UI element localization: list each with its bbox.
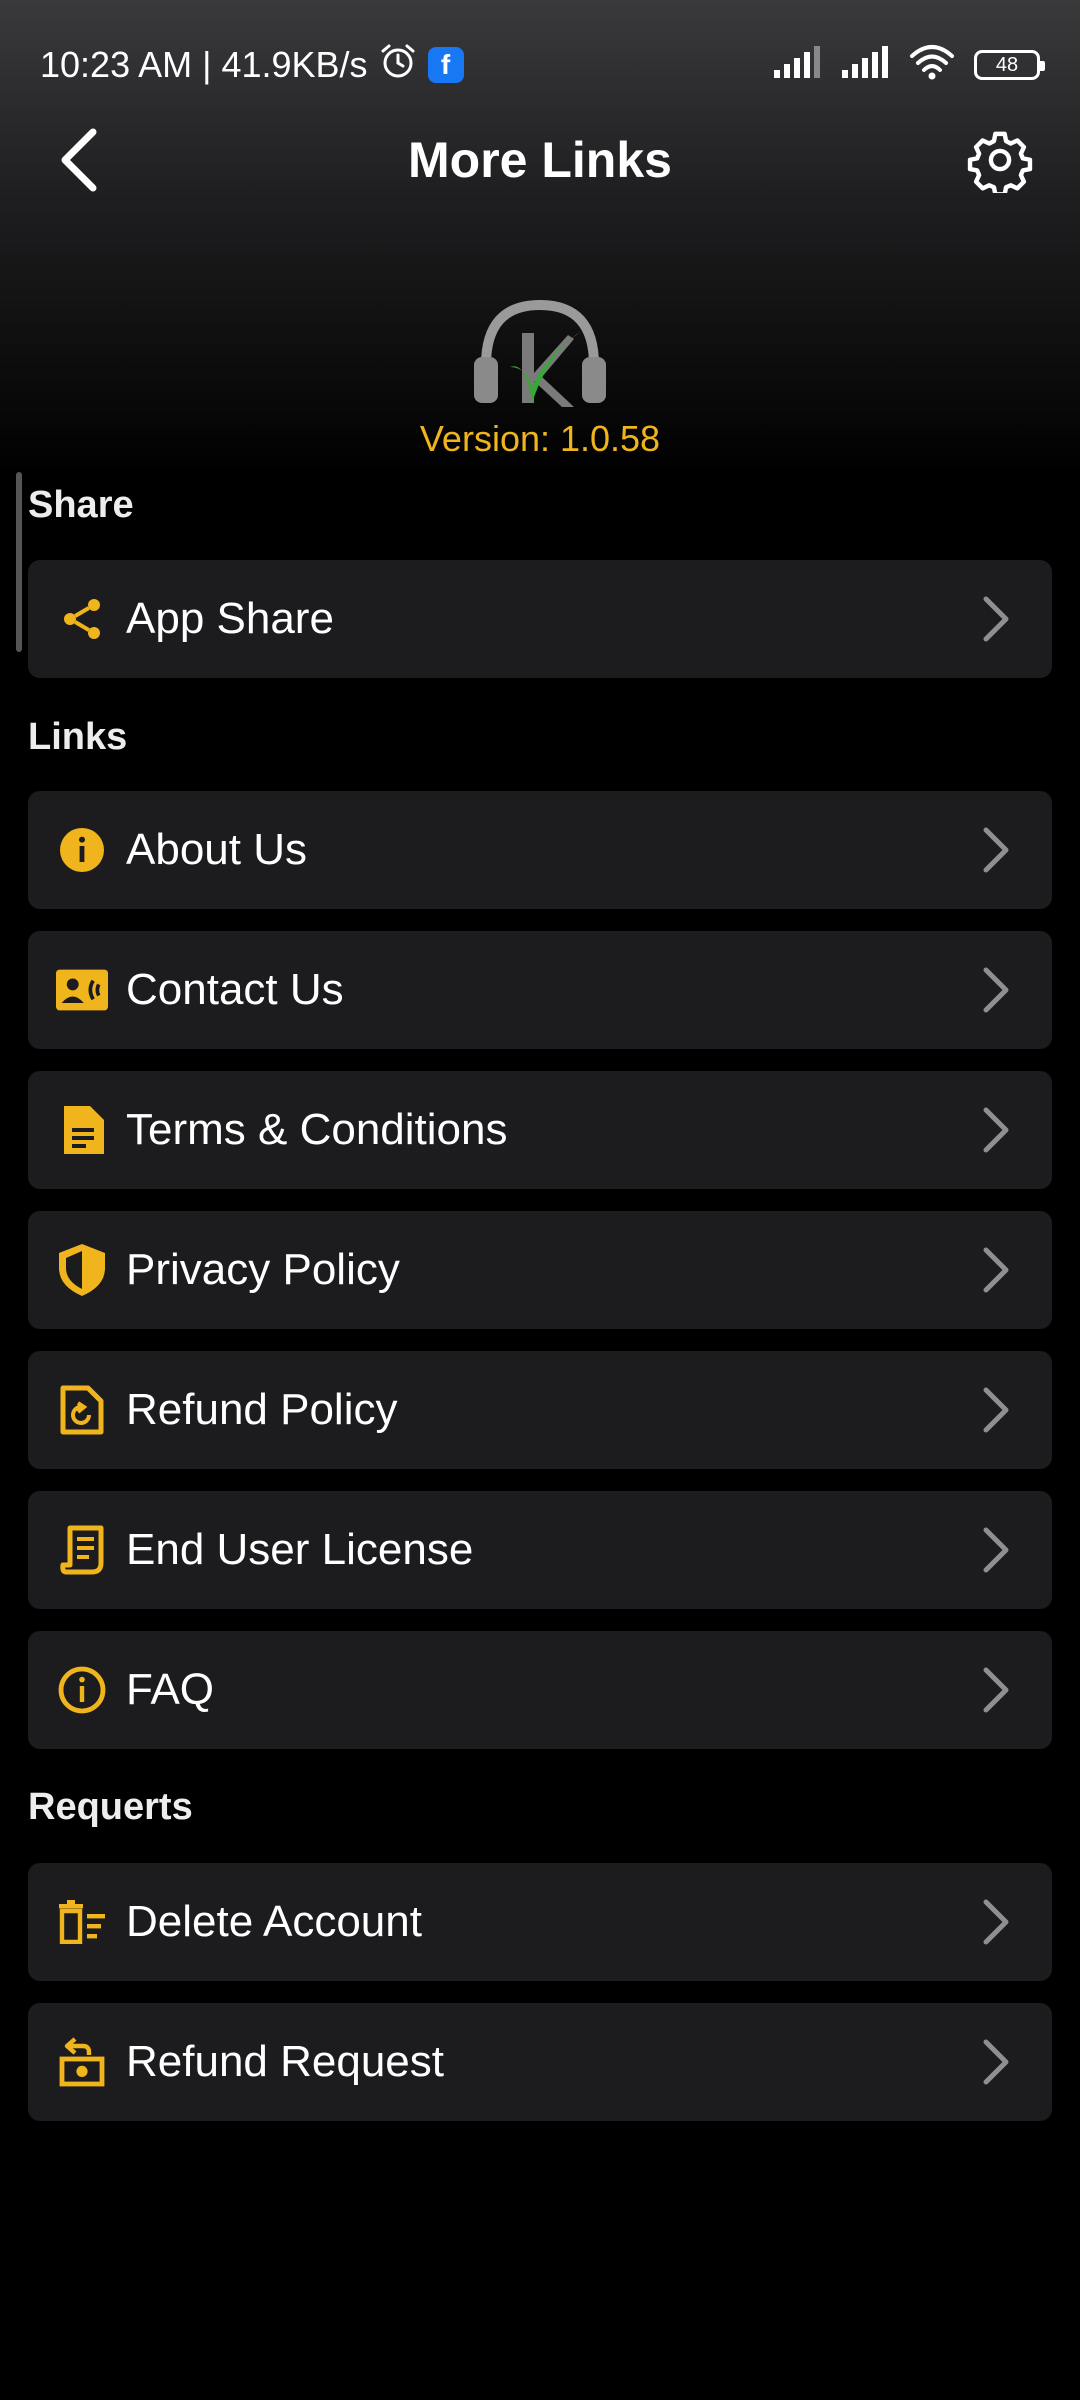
alarm-icon (378, 41, 418, 90)
chevron-right-icon (976, 593, 1016, 645)
battery-icon: 48 (974, 50, 1045, 80)
row-faq[interactable]: FAQ (28, 1631, 1052, 1749)
chevron-right-icon (976, 1244, 1016, 1296)
status-separator: | (202, 44, 212, 85)
signal-icon-2 (840, 44, 890, 87)
scroll-indicator (16, 472, 22, 652)
row-contact-us[interactable]: Contact Us (28, 931, 1052, 1049)
row-privacy-policy[interactable]: Privacy Policy (28, 1211, 1052, 1329)
refund-request-icon (56, 2036, 108, 2088)
contact-card-icon (56, 964, 108, 1016)
section-label-share: Share (28, 484, 134, 526)
status-right: 48 (772, 42, 1045, 89)
section-label-links: Links (28, 716, 128, 758)
row-label: Delete Account (126, 1897, 422, 1946)
chevron-right-icon (976, 964, 1016, 1016)
row-app-share[interactable]: App Share (28, 560, 1052, 678)
wifi-icon (908, 42, 956, 89)
row-label: Refund Policy (126, 1385, 398, 1434)
chevron-right-icon (976, 1384, 1016, 1436)
chevron-right-icon (976, 824, 1016, 876)
row-label: FAQ (126, 1665, 215, 1714)
back-button[interactable] (40, 120, 120, 200)
chevron-right-icon (976, 1524, 1016, 1576)
row-terms-conditions[interactable]: Terms & Conditions (28, 1071, 1052, 1189)
settings-button[interactable] (960, 120, 1040, 200)
chevron-right-icon (976, 1104, 1016, 1156)
document-icon (56, 1104, 108, 1156)
facebook-notification-icon: f (427, 47, 464, 83)
back-arrow-icon (61, 128, 97, 192)
signal-icon (772, 44, 822, 87)
section-label-requests: Requerts (28, 1786, 193, 1828)
row-label: Refund Request (126, 2037, 444, 2086)
chevron-right-icon (976, 1896, 1016, 1948)
info-filled-icon (56, 824, 108, 876)
license-icon (56, 1524, 108, 1576)
delete-account-icon (56, 1896, 108, 1948)
row-delete-account[interactable]: Delete Account (28, 1863, 1052, 1981)
row-label: Privacy Policy (126, 1245, 400, 1294)
row-refund-policy[interactable]: Refund Policy (28, 1351, 1052, 1469)
network-speed: 41.9KB/s (221, 44, 368, 85)
status-time: 10:23 AM (40, 44, 193, 85)
app-header: More Links (0, 110, 1080, 210)
refund-document-icon (56, 1384, 108, 1436)
app-logo (470, 295, 610, 415)
row-label: Contact Us (126, 965, 344, 1014)
row-end-user-license[interactable]: End User License (28, 1491, 1052, 1609)
info-outline-icon (56, 1664, 108, 1716)
shield-icon (56, 1244, 108, 1296)
share-icon (56, 593, 108, 645)
row-label: End User License (126, 1525, 474, 1574)
app-version: Version: 1.0.58 (419, 418, 661, 459)
page-title: More Links (408, 132, 672, 188)
gear-icon (967, 131, 1033, 193)
chevron-right-icon (976, 2036, 1016, 2088)
status-left: 10:23 AM | 41.9KB/s f (40, 41, 464, 90)
row-refund-request[interactable]: Refund Request (28, 2003, 1052, 2121)
row-about-us[interactable]: About Us (28, 791, 1052, 909)
row-label: Terms & Conditions (126, 1105, 508, 1154)
chevron-right-icon (976, 1664, 1016, 1716)
row-label: About Us (126, 825, 307, 874)
row-label: App Share (126, 594, 334, 643)
